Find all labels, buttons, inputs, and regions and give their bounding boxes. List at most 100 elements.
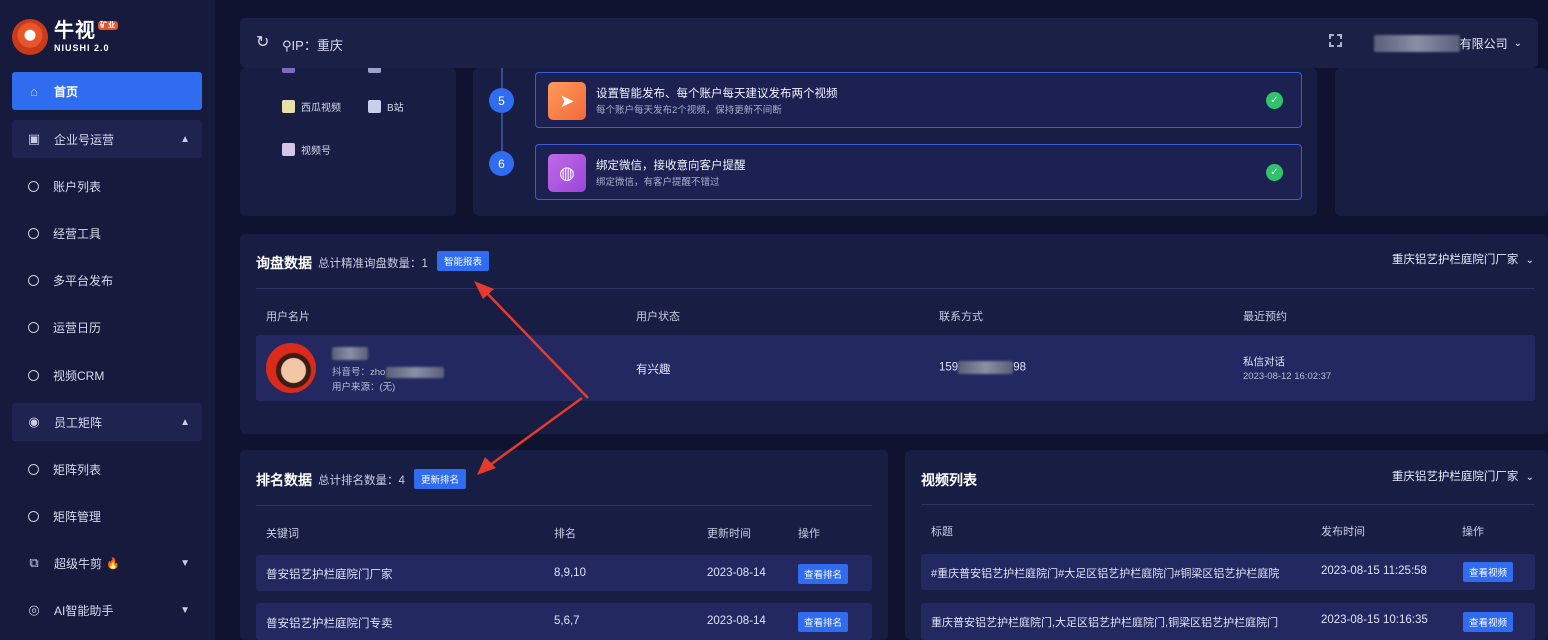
ip-location: ⚲IP：重庆	[282, 35, 343, 54]
column-header: 关键词	[266, 528, 299, 540]
divider	[256, 505, 872, 506]
contact-phone: 159 98	[939, 361, 1026, 374]
sidebar-item-matrix-list[interactable]: 矩阵列表	[12, 450, 202, 488]
inquiry-shop-dropdown[interactable]: 重庆铝艺护栏庭院门厂家 ⌄	[1392, 251, 1534, 267]
header-bar: ↻ ⚲IP：重庆 有限公司 ⌄	[240, 18, 1538, 68]
side-panel	[1335, 68, 1548, 216]
checkbox-icon	[282, 100, 295, 113]
update-ranking-button[interactable]: 更新排名	[414, 469, 467, 489]
sidebar-item-calendar[interactable]: 运营日历	[12, 308, 202, 346]
home-icon: ⌂	[30, 83, 38, 99]
step-connector	[501, 113, 503, 153]
circle-icon	[28, 510, 39, 522]
brand-logo[interactable]: 牛视 矿业 NIUSHI 2.0	[12, 14, 118, 60]
column-header: 发布时间	[1321, 526, 1365, 538]
ranking-panel: 排名数据 总计排名数量：4 更新排名 关键词 排名 更新时间 操作 普安铝艺护栏…	[240, 450, 888, 640]
video-list-title: 视频列表	[921, 472, 977, 488]
sidebar-group-enterprise[interactable]: ▣ 企业号运营 ▲	[12, 120, 202, 158]
sidebar-item-label: 超级牛剪	[54, 556, 103, 571]
circle-icon	[28, 369, 39, 381]
brand-badge: 矿业	[98, 21, 118, 30]
video-shop-dropdown[interactable]: 重庆铝艺护栏庭院门厂家 ⌄	[1392, 468, 1534, 484]
update-time: 2023-08-14	[707, 567, 766, 579]
sidebar-group-matrix[interactable]: ◉ 员工矩阵 ▲	[12, 403, 202, 441]
sidebar-item-accounts[interactable]: 账户列表	[12, 167, 202, 205]
circle-icon	[28, 274, 39, 286]
refresh-icon[interactable]: ↻	[256, 32, 269, 52]
circle-icon	[28, 463, 39, 475]
sidebar-item-multi-publish[interactable]: 多平台发布	[12, 261, 202, 299]
view-video-button[interactable]: 查看视频	[1463, 612, 1514, 632]
video-list-panel: 视频列表 重庆铝艺护栏庭院门厂家 ⌄ 标题 发布时间 操作 #重庆普安铝艺护栏庭…	[905, 450, 1548, 640]
column-header: 操作	[1462, 526, 1484, 538]
brand-name: 牛视	[54, 20, 96, 42]
fullscreen-icon[interactable]	[1329, 34, 1342, 47]
chevron-down-icon: ⌄	[1525, 255, 1534, 266]
platform-xigua[interactable]: 西瓜视频	[282, 99, 341, 114]
update-time: 2023-08-14	[707, 615, 766, 627]
fire-icon: 🔥	[106, 557, 120, 570]
sidebar-item-home[interactable]: ⌂ 首页	[12, 72, 202, 110]
brand-sub: NIUSHI 2.0	[54, 43, 110, 53]
avatar	[266, 343, 316, 393]
platform-label: 西瓜视频	[301, 103, 341, 114]
step-card[interactable]: ➤ 设置智能发布、每个账户每天建议发布两个视频 每个账户每天发布2个视频，保持更…	[535, 72, 1302, 128]
video-title: #重庆普安铝艺护栏庭院门#大足区铝艺护栏庭院门#铜梁区铝艺护栏庭院	[931, 568, 1280, 580]
smart-report-button[interactable]: 智能报表	[437, 251, 490, 271]
ranking-title: 排名数据	[256, 472, 312, 488]
platform-swatch-partial	[368, 68, 381, 73]
logo-icon	[12, 19, 48, 55]
sidebar-item-label: 视频CRM	[53, 368, 105, 383]
platform-panel: 西瓜视频 B站 视频号	[240, 68, 456, 216]
douyin-id: 抖音号：zho	[332, 364, 445, 378]
sidebar-item-video-crm[interactable]: 视频CRM	[12, 356, 202, 394]
column-header: 最近预约	[1243, 311, 1287, 323]
publish-time: 2023-08-15 11:25:58	[1321, 565, 1427, 577]
view-video-button[interactable]: 查看视频	[1463, 562, 1514, 582]
step-connector	[501, 68, 503, 90]
platform-label: 视频号	[301, 146, 331, 157]
wechat-icon: ◍	[548, 154, 586, 192]
company-dropdown[interactable]: 有限公司 ⌄	[1373, 35, 1522, 52]
ranking-count: 总计排名数量：4	[318, 475, 405, 487]
sidebar-item-label: 首页	[54, 84, 79, 99]
sidebar-item-ai-assistant[interactable]: ◎ AI智能助手 ▼	[12, 591, 202, 629]
platform-bilibili[interactable]: B站	[368, 99, 404, 114]
dropdown-label: 重庆铝艺护栏庭院门厂家	[1391, 471, 1519, 483]
sidebar-item-super-cut[interactable]: ⧉ 超级牛剪 🔥 ▼	[12, 544, 202, 582]
platform-swatch-partial	[282, 68, 295, 73]
check-icon: ✓	[1266, 164, 1283, 181]
circle-icon	[28, 180, 39, 192]
table-row[interactable]: 普安铝艺护栏庭院门厂家 8,9,10 2023-08-14 查看排名	[256, 555, 872, 591]
redacted-blur	[1373, 35, 1460, 52]
sidebar-item-matrix-manage[interactable]: 矩阵管理	[12, 497, 202, 535]
send-icon: ➤	[548, 82, 586, 120]
step-title: 设置智能发布、每个账户每天建议发布两个视频	[596, 88, 838, 100]
view-ranking-button[interactable]: 查看排名	[798, 612, 849, 632]
step-card[interactable]: ◍ 绑定微信，接收意向客户提醒 绑定微信，有客户提醒不错过 ✓	[535, 144, 1302, 200]
platform-channels[interactable]: 视频号	[282, 142, 331, 157]
divider	[921, 504, 1535, 505]
table-row[interactable]: 普安铝艺护栏庭院门专卖 5,6,7 2023-08-14 查看排名	[256, 603, 872, 640]
circle-icon	[28, 227, 39, 239]
column-header: 用户状态	[636, 311, 680, 323]
sidebar-item-label: AI智能助手	[54, 603, 114, 618]
sidebar: 牛视 矿业 NIUSHI 2.0 ⌂ 首页 ▣ 企业号运营 ▲ 账户列表 经营工具…	[0, 0, 215, 640]
step-number: 5	[489, 88, 514, 113]
sidebar-item-label: 运营日历	[53, 320, 102, 335]
sidebar-item-label: 员工矩阵	[54, 415, 103, 430]
chevron-up-icon: ▲	[180, 416, 190, 428]
chart-icon: ▣	[27, 131, 41, 146]
chevron-down-icon: ▼	[180, 557, 190, 569]
publish-time: 2023-08-15 10:16:35	[1321, 614, 1428, 626]
sidebar-item-label: 账户列表	[53, 179, 102, 194]
step-number: 6	[489, 151, 514, 176]
table-row[interactable]: 抖音号：zho 用户来源：(无) 有兴趣 159 98 私信对话 2023-08-…	[256, 335, 1535, 401]
sidebar-item-tools[interactable]: 经营工具	[12, 214, 202, 252]
rank: 8,9,10	[554, 567, 586, 579]
redacted-blur	[386, 366, 445, 378]
view-ranking-button[interactable]: 查看排名	[798, 564, 849, 584]
table-row[interactable]: #重庆普安铝艺护栏庭院门#大足区铝艺护栏庭院门#铜梁区铝艺护栏庭院 2023-0…	[921, 554, 1535, 590]
ip-text: IP：重庆	[291, 38, 343, 53]
table-row[interactable]: 重庆普安铝艺护栏庭院门,大足区铝艺护栏庭院门,铜梁区铝艺护栏庭院门 2023-0…	[921, 603, 1535, 640]
